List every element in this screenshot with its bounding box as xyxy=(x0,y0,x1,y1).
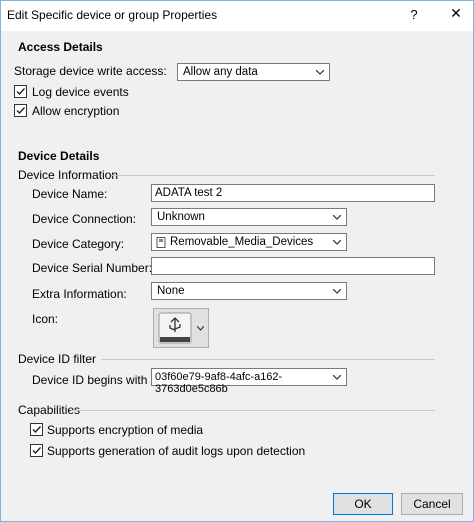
device-id-filter-group-label: Device ID filter xyxy=(18,352,97,366)
chevron-down-icon xyxy=(333,240,341,245)
log-events-checkbox[interactable] xyxy=(14,85,27,98)
device-category-label: Device Category: xyxy=(32,237,125,251)
device-name-value: ADATA test 2 xyxy=(155,187,223,199)
cancel-button[interactable]: Cancel xyxy=(401,493,463,515)
write-access-label: Storage device write access: xyxy=(14,64,167,78)
chevron-down-icon xyxy=(333,375,341,380)
icon-label: Icon: xyxy=(32,312,59,326)
close-button[interactable]: ✕ xyxy=(447,5,465,22)
chevron-down-icon xyxy=(316,70,324,75)
log-events-label: Log device events xyxy=(32,85,129,99)
supports-audit-logs-label: Supports generation of audit logs upon d… xyxy=(47,444,306,458)
allow-encryption-label: Allow encryption xyxy=(32,104,120,118)
checkmark-icon xyxy=(16,88,26,96)
dialog-window: Edit Specific device or group Properties… xyxy=(0,0,474,522)
usb-drive-icon xyxy=(156,237,166,248)
allow-encryption-checkbox[interactable] xyxy=(14,104,27,117)
device-connection-value: Unknown xyxy=(157,211,205,223)
chevron-down-icon xyxy=(197,326,204,331)
device-category-select[interactable]: Removable_Media_Devices xyxy=(151,233,347,251)
device-connection-select[interactable]: Unknown xyxy=(151,208,347,226)
device-name-input[interactable]: ADATA test 2 xyxy=(151,184,435,202)
chevron-down-icon xyxy=(333,215,341,220)
checkmark-icon xyxy=(32,426,42,434)
supports-encryption-checkbox[interactable] xyxy=(30,423,43,436)
icon-picker-button[interactable] xyxy=(153,308,209,348)
write-access-value: Allow any data xyxy=(183,66,258,78)
chevron-down-icon xyxy=(333,289,341,294)
device-serial-label: Device Serial Number: xyxy=(32,261,153,275)
device-id-begins-value: 03f60e79-9af8-4afc-a162-3763d0e5c86b xyxy=(155,371,283,395)
device-information-group-label: Device Information xyxy=(18,168,119,182)
write-access-select[interactable]: Allow any data xyxy=(177,63,330,81)
title-bar: Edit Specific device or group Properties… xyxy=(1,1,473,31)
device-details-heading: Device Details xyxy=(18,149,100,163)
window-title: Edit Specific device or group Properties xyxy=(7,8,218,22)
access-details-heading: Access Details xyxy=(18,40,103,54)
device-category-value: Removable_Media_Devices xyxy=(170,236,314,248)
device-name-label: Device Name: xyxy=(32,187,108,201)
device-serial-input[interactable] xyxy=(151,257,435,275)
group-divider xyxy=(101,359,435,360)
device-id-begins-label: Device ID begins with xyxy=(32,373,148,387)
group-divider xyxy=(111,175,435,176)
checkmark-icon xyxy=(32,447,42,455)
extra-information-value: None xyxy=(157,285,185,297)
device-connection-label: Device Connection: xyxy=(32,212,137,226)
ok-button[interactable]: OK xyxy=(333,493,393,515)
extra-information-label: Extra Information: xyxy=(32,287,127,301)
checkmark-icon xyxy=(16,107,26,115)
group-divider xyxy=(71,410,435,411)
device-id-begins-select[interactable]: 03f60e79-9af8-4afc-a162-3763d0e5c86b xyxy=(151,368,347,395)
help-button[interactable]: ? xyxy=(405,7,423,22)
supports-encryption-label: Supports encryption of media xyxy=(47,423,204,437)
extra-information-select[interactable]: None xyxy=(151,282,347,300)
supports-audit-logs-checkbox[interactable] xyxy=(30,444,43,457)
usb-drive-icon xyxy=(158,312,192,344)
